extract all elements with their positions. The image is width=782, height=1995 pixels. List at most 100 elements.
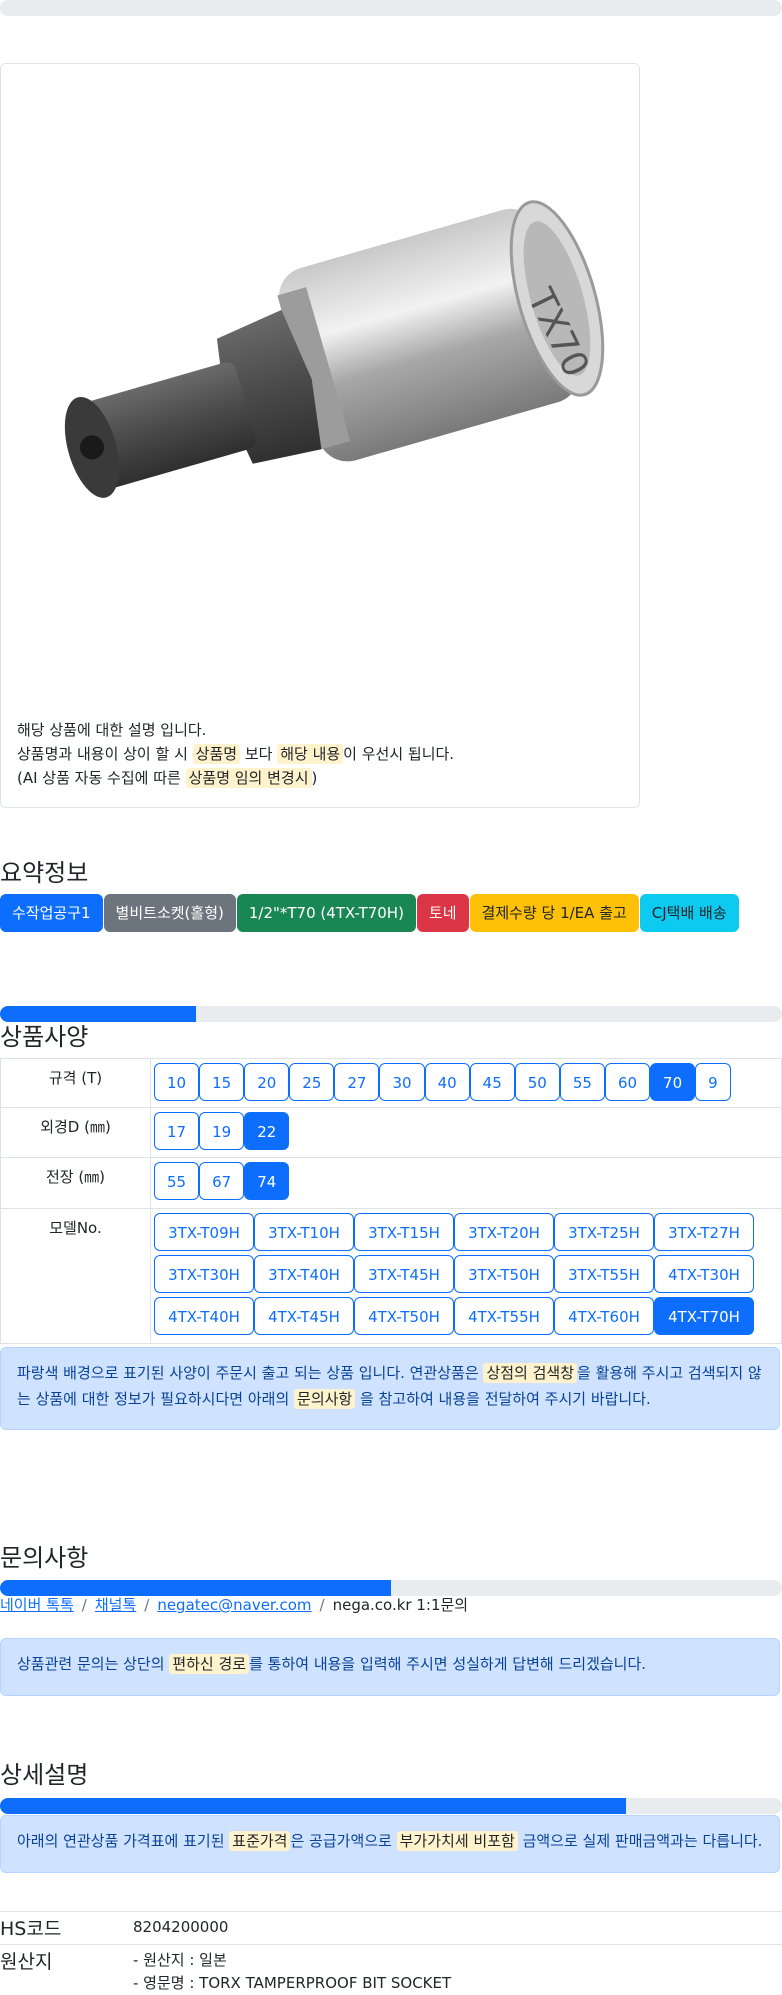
od-option-button[interactable]: 22	[244, 1112, 290, 1150]
summary-badge: 수작업공구1	[0, 894, 103, 932]
model-option-button[interactable]: 3TX-T09H	[154, 1213, 254, 1251]
naver-talk-link[interactable]: 네이버 톡톡	[0, 1596, 74, 1614]
separator: /	[319, 1596, 325, 1614]
model-option-button[interactable]: 4TX-T60H	[554, 1297, 654, 1335]
highlight: 부가가치세 비포함	[396, 1831, 518, 1851]
notes-text: (AI 상품 자동 수집에 따른	[17, 769, 186, 787]
detail-progress-bar	[0, 1798, 782, 1814]
model-option-button[interactable]: 4TX-T30H	[654, 1255, 754, 1293]
hs-code-row: HS코드 8204200000	[0, 1911, 782, 1945]
notes-text: 보다	[240, 745, 278, 763]
spec-row-model: 모델No. 3TX-T09H 3TX-T10H 3TX-T15H 3TX-T20H 3T…	[0, 1208, 782, 1344]
separator: /	[144, 1596, 150, 1614]
notes-line-1: 해당 상품에 대한 설명 입니다.	[17, 721, 207, 739]
alert-text: 를 통하여 내용을 입력해 주시면 성실하게 답변해 드리겠습니다.	[249, 1655, 647, 1673]
email-link[interactable]: negatec@naver.com	[157, 1596, 311, 1614]
origin-row: 원산지 - 원산지 : 일본 - 영문명 : TORX TAMPERPROOF …	[0, 1944, 782, 1995]
size-option-button[interactable]: 70	[650, 1063, 696, 1101]
model-option-button[interactable]: 3TX-T27H	[654, 1213, 754, 1251]
summary-badges: 수작업공구1 별비트소켓(홀형) 1/2"*T70 (4TX-T70H) 토네 결제수량…	[0, 894, 740, 932]
model-option-button[interactable]: 4TX-T50H	[354, 1297, 454, 1335]
model-option-button[interactable]: 4TX-T55H	[454, 1297, 554, 1335]
size-option-button[interactable]: 45	[469, 1063, 515, 1101]
size-option-button[interactable]: 10	[154, 1063, 200, 1101]
highlight: 문의사항	[294, 1389, 356, 1409]
highlight: 상점의 검색창	[483, 1363, 578, 1383]
size-options: 10 15 20 25 27 30 40 45 50 55 60 70 9	[150, 1058, 782, 1108]
summary-badge: 1/2"*T70 (4TX-T70H)	[236, 894, 416, 932]
size-option-button[interactable]: 20	[244, 1063, 290, 1101]
model-option-button[interactable]: 3TX-T45H	[354, 1255, 454, 1293]
spec-row-od: 외경D (㎜) 17 19 22	[0, 1107, 782, 1158]
separator: /	[81, 1596, 87, 1614]
detail-progress-fill	[0, 1798, 626, 1814]
top-progress-bar	[0, 0, 782, 16]
model-option-button[interactable]: 3TX-T30H	[154, 1255, 254, 1293]
summary-title: 요약정보	[0, 859, 89, 887]
spec-row-length: 전장 (㎜) 55 67 74	[0, 1157, 782, 1209]
summary-badge: 결제수량 당 1/EA 출고	[469, 894, 639, 932]
model-option-button[interactable]: 3TX-T10H	[254, 1213, 354, 1251]
channel-talk-link[interactable]: 채널톡	[95, 1596, 136, 1614]
size-option-button[interactable]: 15	[199, 1063, 245, 1101]
size-option-button[interactable]: 9	[695, 1063, 731, 1101]
alert-text: 은 공급가액으로	[290, 1832, 397, 1850]
model-option-button[interactable]: 3TX-T40H	[254, 1255, 354, 1293]
model-option-button[interactable]: 3TX-T20H	[454, 1213, 554, 1251]
model-options: 3TX-T09H 3TX-T10H 3TX-T15H 3TX-T20H 3TX-T25H…	[150, 1208, 782, 1344]
highlight: 표준가격	[229, 1831, 291, 1851]
model-option-button[interactable]: 3TX-T15H	[354, 1213, 454, 1251]
origin-label: 원산지	[0, 1951, 53, 1973]
origin-line: - 원산지 : 일본	[133, 1951, 227, 1969]
size-option-button[interactable]: 40	[424, 1063, 470, 1101]
inquiry-links: 네이버 톡톡 / 채널톡 / negatec@naver.com / nega.co.kr …	[0, 1594, 468, 1615]
model-option-button[interactable]: 3TX-T55H	[554, 1255, 654, 1293]
model-option-button[interactable]: 3TX-T50H	[454, 1255, 554, 1293]
spec-progress-bar	[0, 1006, 782, 1022]
detail-title: 상세설명	[0, 1761, 89, 1789]
spec-label: 모델No.	[0, 1208, 151, 1344]
spec-label: 외경D (㎜)	[0, 1107, 151, 1158]
length-option-button[interactable]: 74	[244, 1162, 290, 1200]
od-option-button[interactable]: 17	[154, 1112, 200, 1150]
hs-code-label: HS코드	[0, 1918, 62, 1940]
alert-text: 파랑색 배경으로 표기된 사양이 주문시 출고 되는 상품 입니다. 연관상품은	[17, 1364, 484, 1382]
spec-alert: 파랑색 배경으로 표기된 사양이 주문시 출고 되는 상품 입니다. 연관상품은…	[0, 1347, 780, 1430]
size-option-button[interactable]: 55	[559, 1063, 605, 1101]
model-option-button[interactable]: 3TX-T25H	[554, 1213, 654, 1251]
notes-line-3: (AI 상품 자동 수집에 따른 상품명 임의 변경시)	[17, 766, 454, 790]
size-option-button[interactable]: 30	[379, 1063, 425, 1101]
model-option-button[interactable]: 4TX-T45H	[254, 1297, 354, 1335]
size-option-button[interactable]: 27	[334, 1063, 380, 1101]
summary-badge: 토네	[416, 894, 469, 932]
size-option-button[interactable]: 25	[289, 1063, 335, 1101]
notes-text: 상품명과 내용이 상이 할 시	[17, 745, 193, 763]
product-card: TX70 해당 상품에 대한 설명 입니다. 상품명과 내용이 상이 할 시 상…	[0, 63, 640, 808]
size-option-button[interactable]: 60	[604, 1063, 651, 1101]
length-option-button[interactable]: 67	[199, 1162, 245, 1200]
highlight: 상품명 임의 변경시	[185, 768, 312, 788]
od-option-button[interactable]: 19	[199, 1112, 245, 1150]
model-option-button[interactable]: 4TX-T70H	[654, 1297, 754, 1335]
od-options: 17 19 22	[150, 1107, 782, 1158]
alert-text: 상품관련 문의는 상단의	[17, 1655, 170, 1673]
length-option-button[interactable]: 55	[154, 1162, 200, 1200]
origin-english-name: - 영문명 : TORX TAMPERPROOF BIT SOCKET	[133, 1974, 452, 1992]
spec-label: 규격 (T)	[0, 1058, 151, 1108]
notes-text: 이 우선시 됩니다.	[343, 745, 455, 763]
origin-values: - 원산지 : 일본 - 영문명 : TORX TAMPERPROOF BIT …	[133, 1949, 451, 1995]
detail-alert: 아래의 연관상품 가격표에 표기된 표준가격 은 공급가액으로 부가가치세 비포함…	[0, 1815, 780, 1873]
inquiry-alert: 상품관련 문의는 상단의 편하신 경로 를 통하여 내용을 입력해 주시면 성실하…	[0, 1638, 780, 1696]
alert-text: 금액으로 실제 판매금액과는 다릅니다.	[517, 1832, 763, 1850]
highlight: 상품명	[192, 744, 241, 764]
spec-label: 전장 (㎜)	[0, 1157, 151, 1209]
highlight: 해당 내용	[277, 744, 344, 764]
product-notes: 해당 상품에 대한 설명 입니다. 상품명과 내용이 상이 할 시 상품명 보다…	[17, 718, 454, 790]
notes-text: )	[311, 769, 318, 787]
highlight: 편하신 경로	[169, 1654, 250, 1674]
size-option-button[interactable]: 50	[514, 1063, 560, 1101]
summary-badge: CJ택배 배송	[639, 894, 739, 932]
spec-row-size: 규격 (T) 10 15 20 25 27 30 40 45 50 55 60 70 9	[0, 1058, 782, 1108]
product-image: TX70	[1, 64, 639, 704]
model-option-button[interactable]: 4TX-T40H	[154, 1297, 254, 1335]
